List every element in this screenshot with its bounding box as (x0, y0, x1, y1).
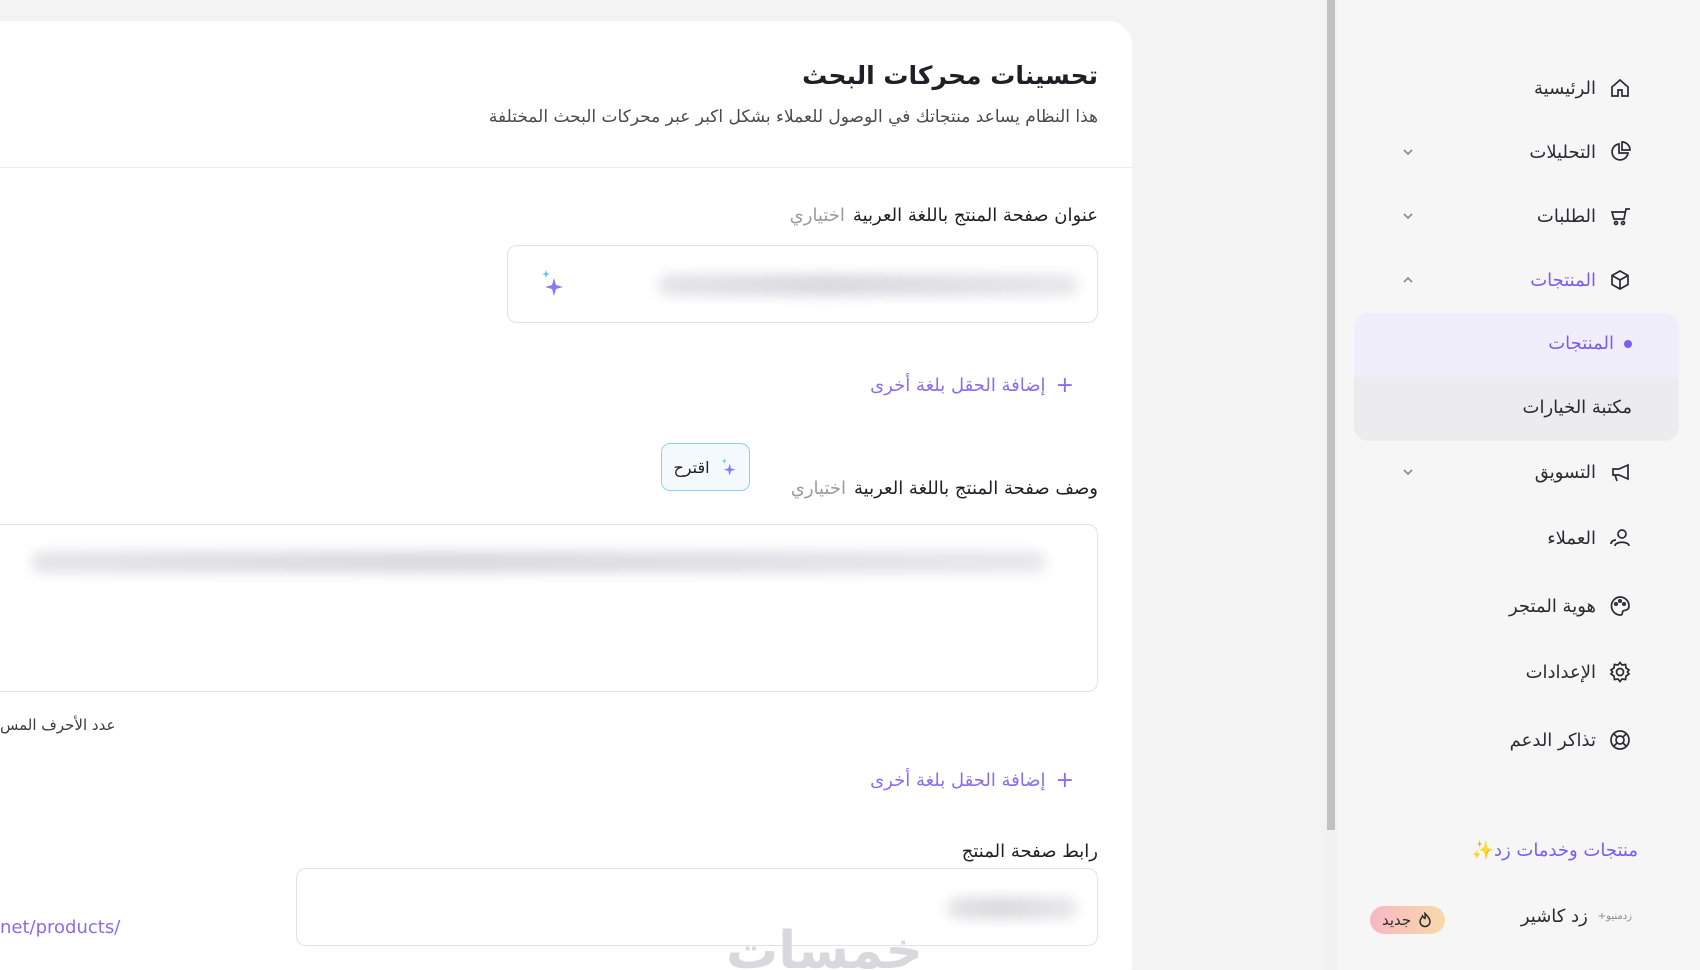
chevron-up-icon[interactable] (1400, 272, 1416, 288)
sidebar-item-label: الطلبات (1536, 205, 1596, 227)
watermark: خمسات (726, 921, 924, 970)
seo-card: تحسينات محركات البحث هذا النظام يساعد من… (0, 21, 1132, 970)
zid-menu-logo: زدمنيو+ (1597, 911, 1632, 922)
sidebar-item-store-identity[interactable]: هوية المتجر (1509, 586, 1632, 626)
sidebar-item-home[interactable]: الرئيسية (1534, 68, 1632, 108)
add-language-button-title[interactable]: + إضافة الحقل بلغة أخرى (870, 373, 1074, 398)
url-prefix: net/products/ (0, 917, 121, 938)
zid-services-link[interactable]: منتجات وخدمات زد✨ (1472, 840, 1638, 861)
sidebar-item-label: الإعدادات (1525, 661, 1596, 683)
submenu-item-options-library[interactable]: مكتبة الخيارات (1523, 397, 1632, 418)
plus-icon: + (1055, 373, 1074, 398)
optional-tag: اختياري (789, 205, 845, 226)
sidebar-item-label: التحليلات (1529, 141, 1596, 163)
seo-url-label: رابط صفحة المنتج (961, 841, 1098, 862)
add-language-label: إضافة الحقل بلغة أخرى (870, 375, 1046, 396)
new-badge: جديد (1370, 906, 1446, 934)
seo-url-input[interactable] (296, 868, 1098, 946)
chevron-down-icon[interactable] (1400, 464, 1416, 480)
sidebar-item-customers[interactable]: العملاء (1547, 518, 1632, 558)
sidebar-item-support-tickets[interactable]: تذاكر الدعم (1510, 720, 1632, 760)
submenu-item-label: المنتجات (1548, 333, 1614, 354)
sidebar-item-settings[interactable]: الإعدادات (1526, 652, 1632, 692)
suggest-button[interactable]: اقترح (661, 443, 750, 491)
submenu-item-label: مكتبة الخيارات (1522, 397, 1632, 418)
blurred-value (658, 274, 1078, 296)
seo-description-textarea[interactable] (0, 524, 1098, 692)
fire-icon (1419, 912, 1431, 928)
char-count: عدد الأحرف المس (0, 716, 116, 734)
sidebar-item-analytics[interactable]: التحليلات (1529, 132, 1632, 172)
suggest-label: اقترح (673, 457, 710, 477)
card-header: تحسينات محركات البحث هذا النظام يساعد من… (0, 21, 1132, 168)
home-icon (1611, 78, 1629, 97)
add-language-label: إضافة الحقل بلغة أخرى (870, 770, 1046, 791)
sidebar-item-label: هوية المتجر (1508, 595, 1596, 617)
sidebar-item-marketing[interactable]: التسويق (1535, 452, 1632, 492)
page-subtitle: هذا النظام يساعد منتجاتك في الوصول للعمل… (488, 107, 1098, 127)
sidebar-item-label: تذاكر الدعم (1509, 729, 1596, 751)
optional-tag: اختياري (790, 478, 846, 499)
seo-title-input[interactable] (507, 245, 1098, 323)
sidebar-item-label: الرئيسية (1534, 77, 1596, 99)
new-badge-label: جديد (1382, 911, 1412, 929)
ai-sparkle-icon (721, 458, 736, 476)
sidebar-item-products[interactable]: المنتجات (1530, 260, 1632, 300)
gear-icon (1609, 661, 1631, 683)
add-language-button-description[interactable]: + إضافة الحقل بلغة أخرى (870, 768, 1074, 793)
chevron-down-icon[interactable] (1400, 208, 1416, 224)
sidebar-item-orders[interactable]: الطلبات (1537, 196, 1632, 236)
seo-description-label: وصف صفحة المنتج باللغة العربية اختياري (791, 478, 1098, 499)
sidebar-item-label: التسويق (1534, 461, 1596, 483)
seo-description-label-text: وصف صفحة المنتج باللغة العربية (854, 478, 1098, 499)
sidebar: الرئيسية التحليلات الطلبات المنتجات المن… (1338, 0, 1700, 970)
blurred-value (31, 551, 1046, 573)
lifebuoy-icon (1610, 730, 1630, 750)
box-icon (1611, 270, 1629, 290)
plus-icon: + (1055, 768, 1074, 793)
megaphone-icon (1612, 463, 1629, 482)
blurred-value (947, 897, 1077, 919)
active-dot (1624, 339, 1632, 348)
palette-icon (1610, 596, 1630, 616)
scrollbar-thumb[interactable] (1327, 0, 1335, 830)
sidebar-item-zid-cashier[interactable]: زدمنيو+ زد كاشير (1521, 906, 1632, 927)
chevron-down-icon[interactable] (1400, 144, 1416, 160)
submenu-item-products[interactable]: المنتجات (1548, 333, 1632, 354)
seo-title-label: عنوان صفحة المنتج باللغة العربية اختياري (790, 205, 1098, 226)
ai-sparkle-icon[interactable] (540, 268, 566, 298)
users-icon (1610, 529, 1630, 547)
seo-title-label-text: عنوان صفحة المنتج باللغة العربية (852, 205, 1098, 226)
cart-icon (1610, 208, 1630, 226)
pie-chart-icon (1611, 141, 1631, 161)
sidebar-item-label: زد كاشير (1520, 906, 1588, 927)
page-title: تحسينات محركات البحث (802, 61, 1098, 90)
sidebar-item-label: المنتجات (1530, 269, 1596, 291)
sidebar-item-label: العملاء (1547, 527, 1596, 549)
